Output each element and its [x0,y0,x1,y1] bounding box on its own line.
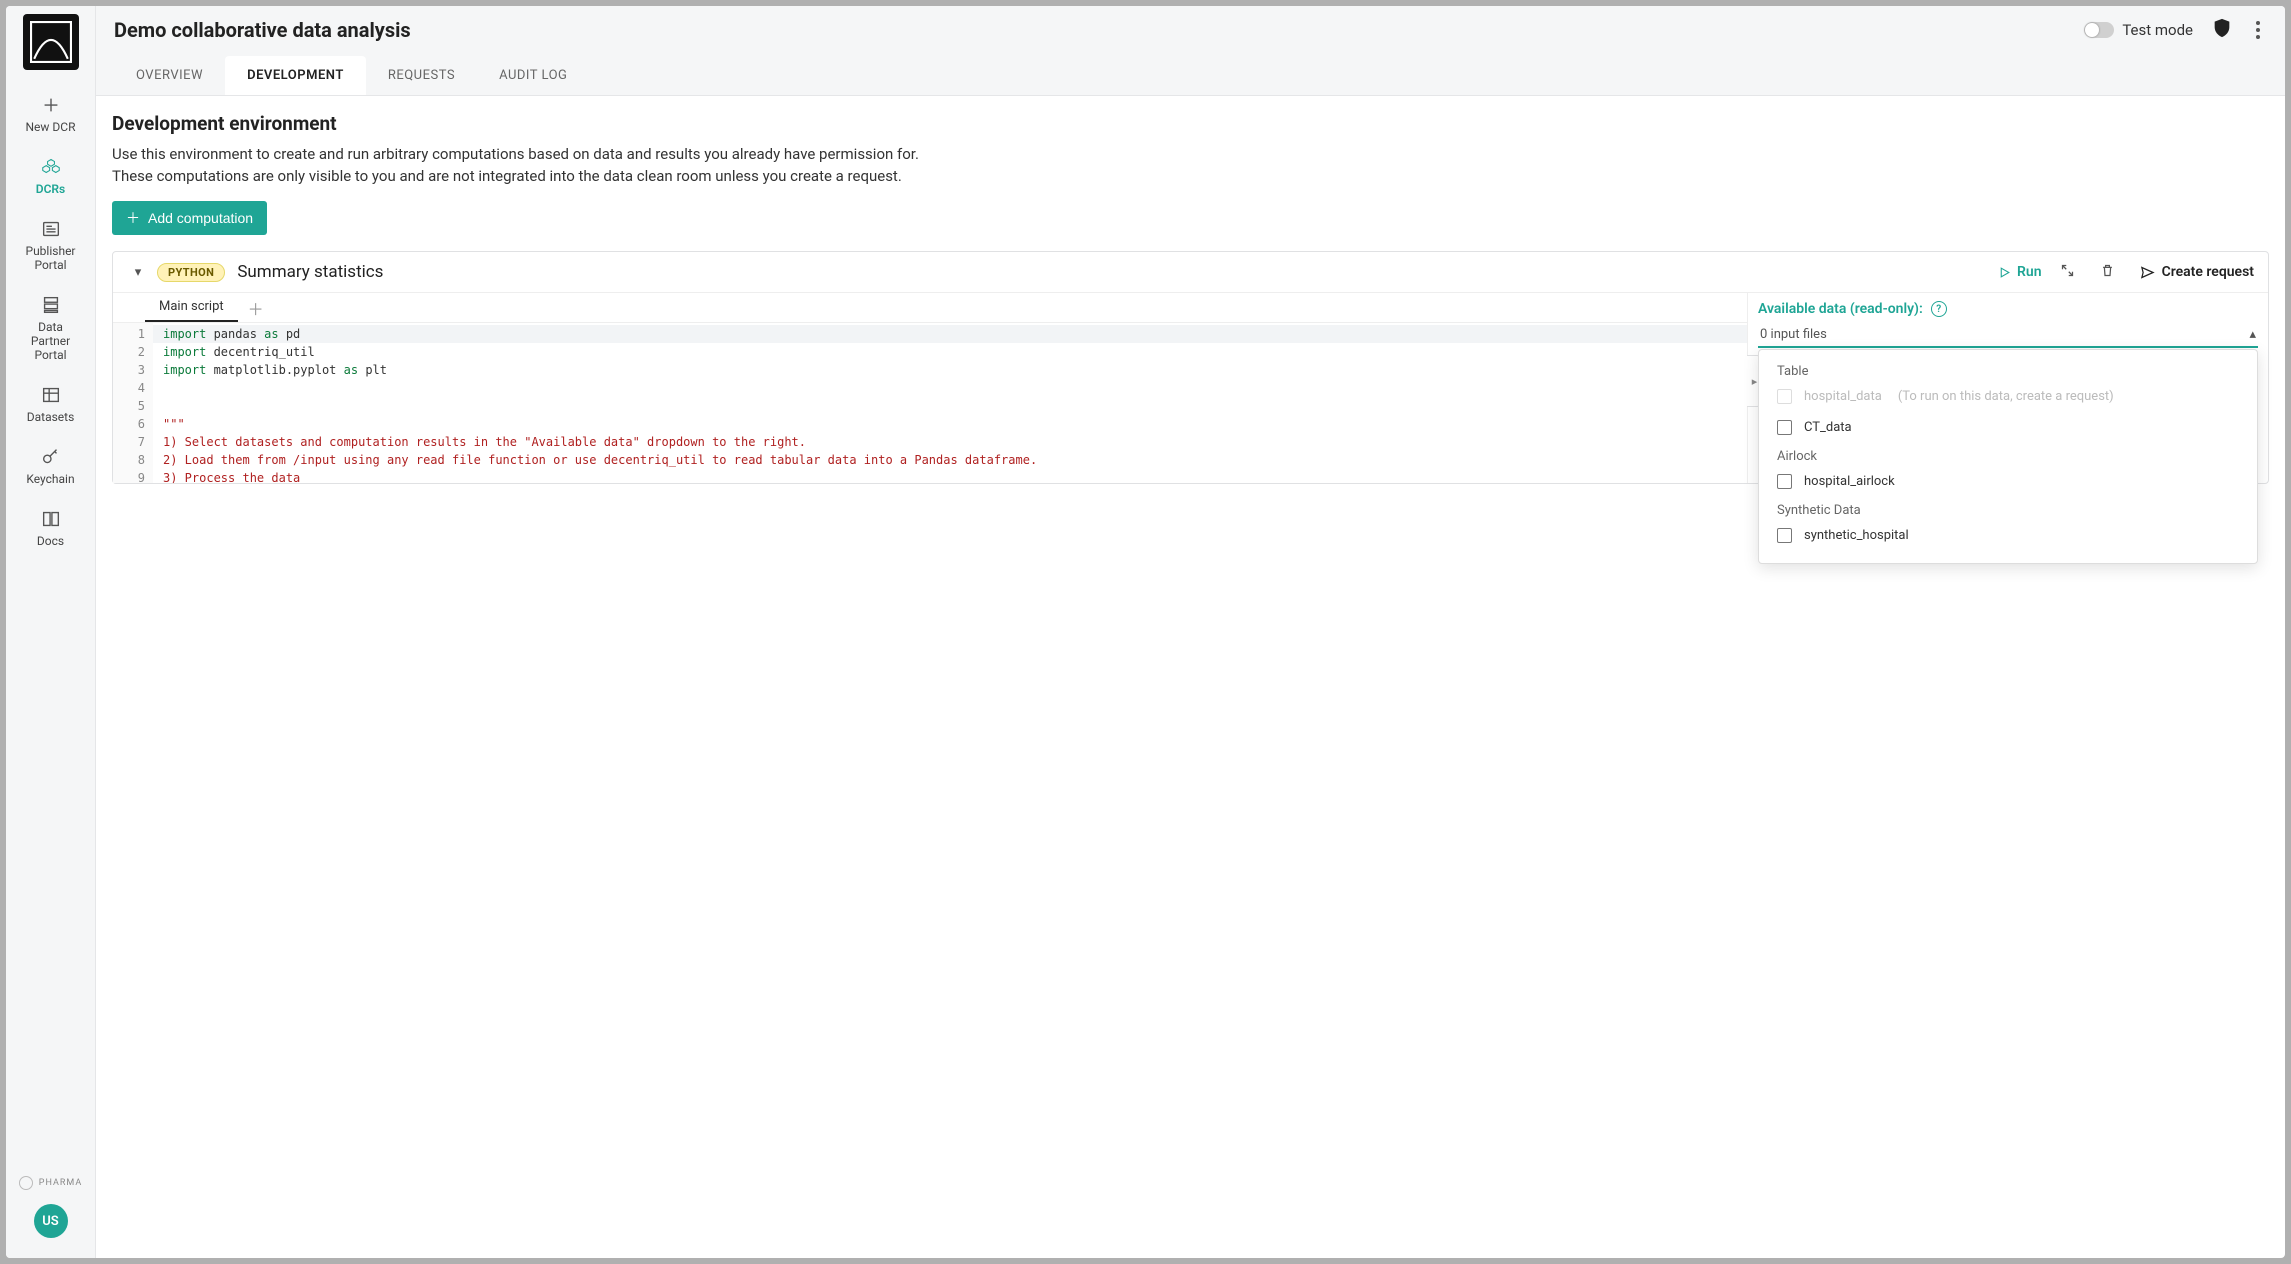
add-script-button[interactable]: ＋ [248,296,264,320]
sidebar-item-label: Data Partner Portal [10,320,91,362]
section-title: Development environment [112,112,2269,135]
table-icon [40,384,62,406]
sidebar-item-label: Docs [10,534,91,548]
page-title: Demo collaborative data analysis [114,18,411,42]
dropdown-item[interactable]: synthetic_hospital [1759,520,2257,551]
expand-icon[interactable] [2054,263,2082,282]
tab-overview[interactable]: OVERVIEW [114,56,225,95]
dropdown-item[interactable]: CT_data [1759,412,2257,443]
dropdown-item: hospital_data(To run on this data, creat… [1759,381,2257,412]
topbar: Demo collaborative data analysis Test mo… [96,6,2285,96]
checkbox-icon[interactable] [1777,474,1792,489]
tab-requests[interactable]: REQUESTS [366,56,477,95]
app-logo [23,14,79,70]
stack-icon [40,294,62,316]
sidebar-item-label: Datasets [10,410,91,424]
sidebar-item-docs[interactable]: Docs [6,498,95,560]
chevron-up-icon: ▴ [2249,327,2256,342]
powered-by-badge: PHARMA [19,1176,82,1190]
run-button[interactable]: Run [1998,264,2042,280]
dropdown-group-label: Airlock [1759,443,2257,466]
code-source[interactable]: import pandas as pdimport decentriq_util… [153,323,1747,483]
user-avatar[interactable]: US [34,1204,68,1238]
help-icon[interactable]: ? [1931,301,1947,317]
sidebar-item-datasets[interactable]: Datasets [6,374,95,436]
sidebar-item-label: Publisher Portal [10,244,91,272]
tab-development[interactable]: DEVELOPMENT [225,56,366,95]
sidebar-item-keychain[interactable]: Keychain [6,436,95,498]
available-data-panel: ▸ Available data (read-only): ? 0 input … [1748,293,2268,483]
input-files-select[interactable]: 0 input files ▴ [1758,323,2258,348]
plus-icon: ＋ [126,208,140,228]
sidebar-item-label: DCRs [10,182,91,196]
book-icon [40,508,62,530]
more-menu-button[interactable] [2249,21,2267,39]
sidebar-item-label: Keychain [10,472,91,486]
section-description: Use this environment to create and run a… [112,143,2269,187]
delete-icon[interactable] [2094,263,2122,282]
sidebar-item-new-dcr[interactable]: New DCR [6,84,95,146]
plus-icon [40,94,62,116]
sidebar-item-dcrs[interactable]: DCRs [6,146,95,208]
cubes-icon [40,156,62,178]
sidebar: New DCR DCRs Publisher Portal Data Partn… [6,6,96,1258]
test-mode-toggle[interactable] [2084,22,2114,38]
checkbox-icon[interactable] [1777,420,1792,435]
language-badge: PYTHON [157,263,225,282]
checkbox-icon[interactable] [1777,528,1792,543]
sidebar-item-data-partner-portal[interactable]: Data Partner Portal [6,284,95,374]
available-data-title: Available data (read-only): ? [1758,301,2258,317]
tab-audit-log[interactable]: AUDIT LOG [477,56,589,95]
available-data-dropdown: Tablehospital_data(To run on this data, … [1758,349,2258,564]
sidebar-item-publisher-portal[interactable]: Publisher Portal [6,208,95,284]
computation-name[interactable]: Summary statistics [237,262,383,282]
line-gutter: 12345678910 [113,323,153,483]
test-mode-label: Test mode [2122,21,2193,39]
add-computation-button[interactable]: ＋ Add computation [112,201,267,235]
computation-card: ▾ PYTHON Summary statistics Run [112,251,2269,484]
collapse-toggle[interactable]: ▾ [131,265,145,280]
main-tabs: OVERVIEW DEVELOPMENT REQUESTS AUDIT LOG [114,53,2267,95]
newspaper-icon [40,218,62,240]
code-editor[interactable]: Main script ＋ 12345678910 import pandas … [113,293,1748,483]
shield-icon[interactable] [2211,17,2233,43]
dropdown-group-label: Synthetic Data [1759,497,2257,520]
sidebar-item-label: New DCR [10,120,91,134]
key-icon [40,446,62,468]
create-request-button[interactable]: Create request [2140,264,2254,280]
dropdown-group-label: Table [1759,358,2257,381]
dropdown-item[interactable]: hospital_airlock [1759,466,2257,497]
script-tab-main[interactable]: Main script [145,293,238,322]
checkbox-icon [1777,389,1792,404]
